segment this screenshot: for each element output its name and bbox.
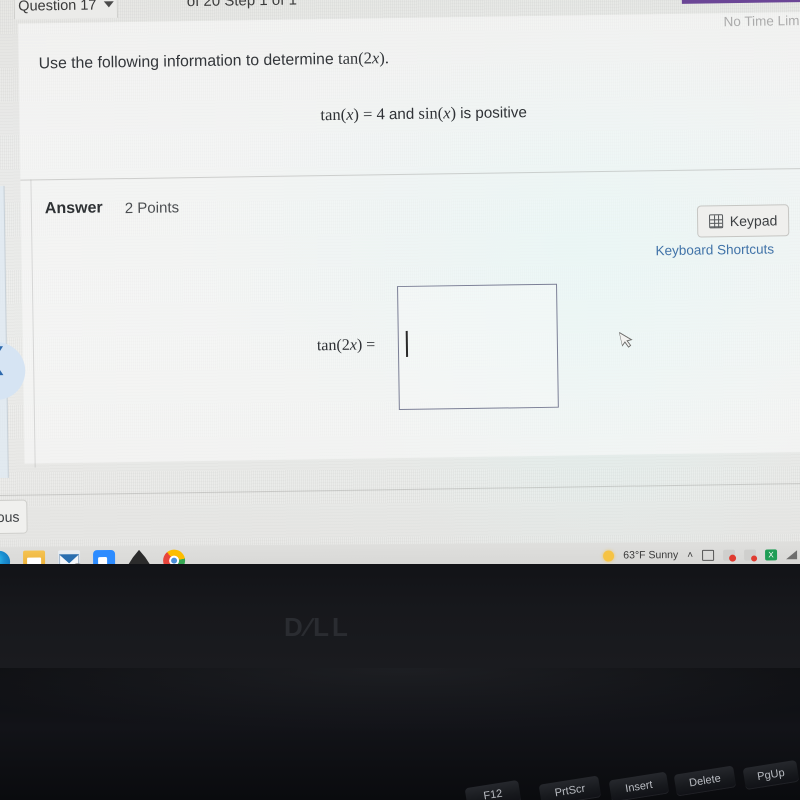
key-prtscr[interactable]: PrtScr	[538, 775, 602, 800]
step-indicator: of 20 Step 1 of 1	[186, 0, 297, 11]
chevron-left-icon[interactable]: ❮	[0, 343, 7, 374]
network-icon[interactable]	[786, 549, 798, 559]
page-bottom-divider	[0, 482, 800, 497]
key-label: PrtScr	[553, 782, 587, 800]
given-positive: is positive	[460, 104, 527, 123]
keypad-button-label: Keypad	[729, 212, 778, 230]
laptop-screen: HAWKES Question 17 of 20 Step 1 of 1 No …	[0, 0, 800, 591]
given-information: tan(x) = 4 and sin(x) is positive	[320, 102, 527, 125]
key-pgup[interactable]: PgUp	[742, 759, 800, 791]
given-equals: ) = 4	[353, 104, 390, 124]
question-selector-tab[interactable]: Question 17	[13, 0, 119, 20]
prompt-math: tan(2	[337, 48, 373, 68]
keypad-grid-icon	[708, 214, 723, 229]
answer-heading: Answer	[44, 199, 103, 218]
key-label: Delete	[688, 772, 722, 790]
hawkes-learning-app: HAWKES Question 17 of 20 Step 1 of 1 No …	[0, 0, 800, 590]
given-close: )	[450, 103, 461, 123]
laptop-photo: HAWKES Question 17 of 20 Step 1 of 1 No …	[0, 0, 800, 800]
points-label: 2 Points	[124, 199, 180, 218]
brand-bar: HAWKES	[681, 0, 800, 4]
keypad-button[interactable]: Keypad	[696, 204, 790, 238]
given-and: and	[388, 105, 419, 124]
keyboard-function-row: F12 PrtScr Insert Delete PgUp	[0, 759, 800, 800]
answer-input[interactable]	[397, 283, 559, 411]
eq-tan: tan(2	[316, 336, 350, 355]
prompt-math-suffix: ).	[379, 48, 390, 68]
key-f12[interactable]: F12	[464, 779, 522, 800]
display-settings-icon[interactable]	[702, 549, 715, 561]
given-sin: sin(	[418, 103, 444, 123]
key-label: PgUp	[756, 766, 786, 784]
prev-nav-rail	[0, 185, 9, 479]
laptop-bezel	[0, 564, 800, 684]
onedrive-alert-icon[interactable]	[744, 549, 757, 561]
tray-expand-chevron-icon[interactable]: ˄	[687, 549, 693, 560]
keyboard-shortcuts-link[interactable]: Keyboard Shortcuts	[655, 241, 774, 258]
previous-button-label: ous	[0, 508, 20, 526]
dell-logo: D∕LL	[284, 612, 351, 642]
sun-icon	[603, 550, 615, 562]
excel-icon[interactable]: X	[765, 548, 778, 560]
question-tab-label: Question 17	[18, 0, 114, 15]
given-tan: tan(	[320, 104, 347, 125]
prompt-text: Use the following information to determi…	[38, 50, 339, 73]
key-delete[interactable]: Delete	[673, 765, 737, 797]
chevron-down-icon	[103, 1, 114, 8]
key-label: F12	[482, 787, 504, 800]
system-tray: 63°F Sunny ˄ X ◀	[603, 548, 800, 561]
eq-equals: ) =	[356, 336, 376, 354]
notification-app-icon[interactable]	[723, 549, 736, 561]
key-insert[interactable]: Insert	[608, 771, 670, 800]
answer-equation-label: tan(2x) =	[317, 336, 376, 355]
previous-button[interactable]: ous	[0, 499, 28, 535]
weather-text[interactable]: 63°F Sunny	[623, 549, 678, 561]
key-label: Insert	[624, 778, 654, 796]
